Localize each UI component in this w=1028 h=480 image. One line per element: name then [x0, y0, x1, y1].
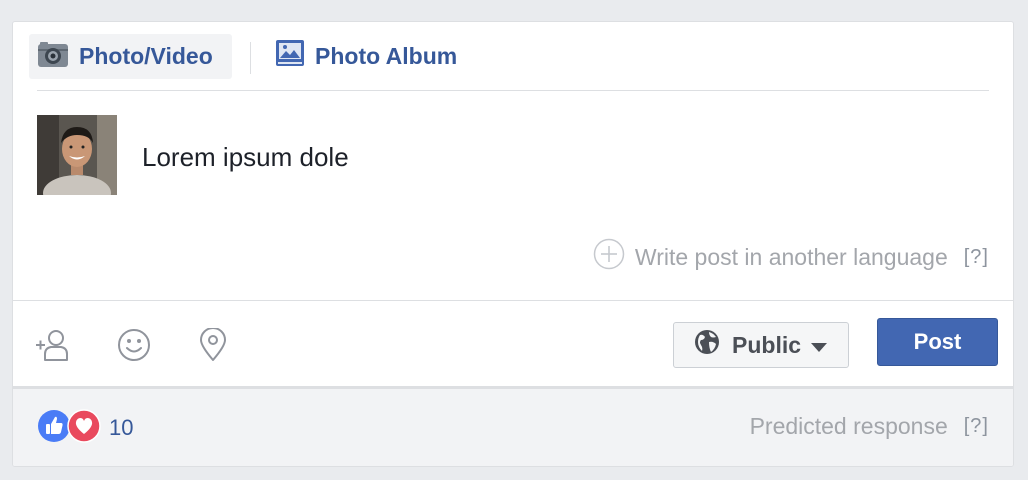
post-composer-card: Photo/Video Photo Album Lorem ipsum dole…: [12, 21, 1014, 467]
like-icon: [37, 409, 71, 448]
add-circle-icon[interactable]: [593, 238, 625, 276]
privacy-label: Public: [732, 331, 802, 358]
tabs-divider: [37, 90, 989, 91]
tab-divider: [250, 42, 251, 74]
reaction-count: 10: [109, 415, 134, 440]
love-icon: [67, 408, 101, 448]
toolbar-divider: [13, 300, 1013, 301]
post-button[interactable]: Post: [877, 318, 998, 366]
composer-tabs: Photo/Video Photo Album: [13, 22, 1013, 92]
tab-photo-album-label: Photo Album: [315, 43, 458, 69]
globe-icon: [694, 329, 720, 361]
language-help-link[interactable]: [?]: [964, 246, 989, 269]
language-row: Write post in another language [?]: [593, 238, 989, 276]
predicted-response: Predicted response [?]: [750, 413, 989, 440]
photo-album-icon: [275, 39, 305, 75]
predicted-response-label: Predicted response: [749, 413, 948, 439]
caret-down-icon: [811, 332, 828, 359]
reaction-summary[interactable]: 10: [37, 408, 134, 448]
tab-photo-video[interactable]: Photo/Video: [29, 34, 232, 79]
feeling-smiley-icon[interactable]: [117, 328, 151, 367]
predicted-help-link[interactable]: [?]: [964, 415, 989, 438]
post-text[interactable]: Lorem ipsum dole: [142, 142, 349, 173]
prediction-footer: 10 Predicted response [?]: [13, 386, 1013, 466]
avatar: [37, 115, 117, 195]
check-in-location-icon[interactable]: [199, 327, 227, 367]
camera-icon: [37, 40, 69, 74]
tab-photo-video-label: Photo/Video: [79, 43, 213, 69]
privacy-selector-button[interactable]: Public: [673, 322, 849, 368]
tag-friends-icon[interactable]: [35, 328, 71, 367]
tab-photo-album[interactable]: Photo Album: [275, 34, 457, 79]
write-another-language-link[interactable]: Write post in another language: [635, 244, 948, 271]
